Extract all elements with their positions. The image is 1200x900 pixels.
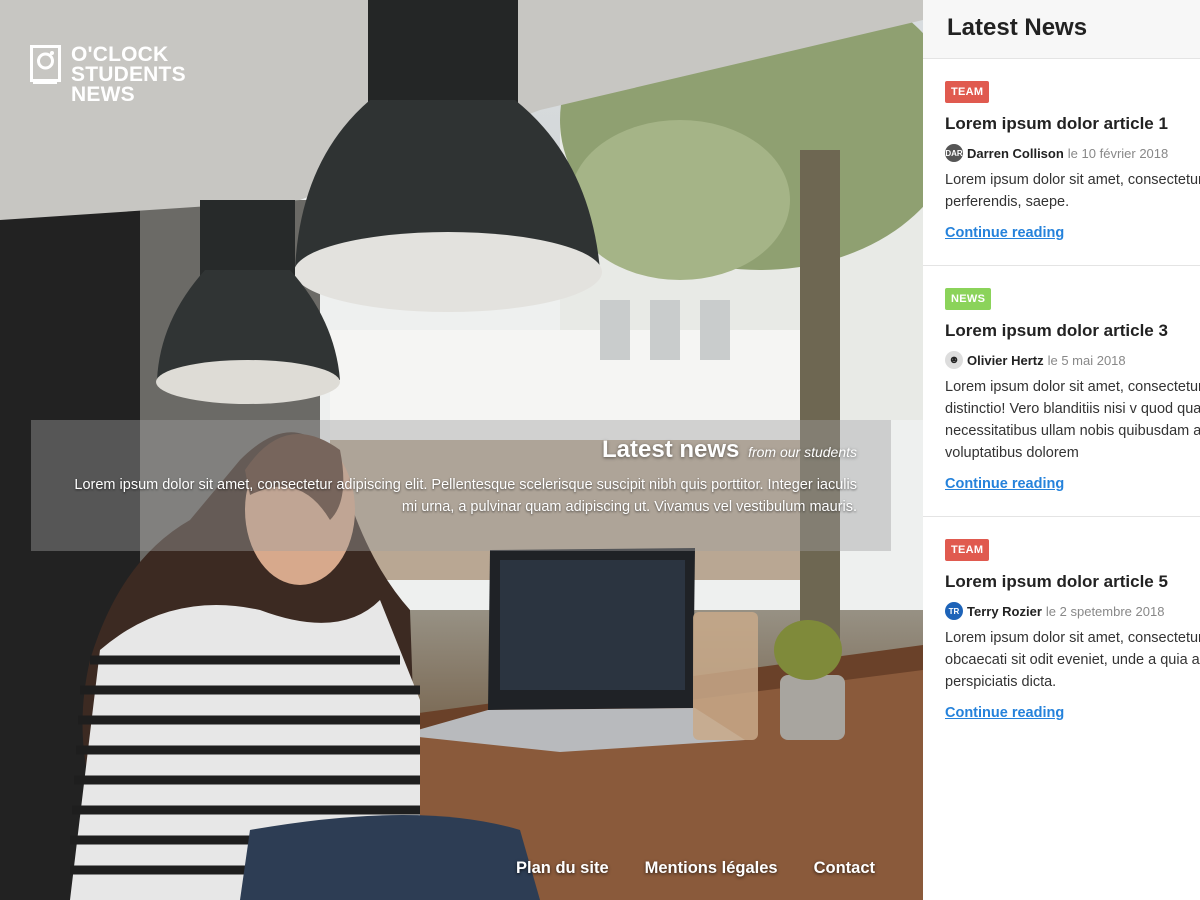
article-meta: TR Terry Rozier le 2 spetembre 2018 [945,602,1200,620]
logo-line-2: STUDENTS [71,63,186,86]
article-excerpt: Lorem ipsum dolor sit amet, consectetur … [945,379,1200,461]
article-meta: ☻ Olivier Hertz le 5 mai 2018 [945,351,1200,369]
category-badge[interactable]: TEAM [945,81,990,103]
author-name[interactable]: Olivier Hertz [967,353,1044,368]
author-name[interactable]: Terry Rozier [967,604,1042,619]
article-title[interactable]: Lorem ipsum dolor article 5 [945,572,1200,592]
intro-title-main: Latest news [602,436,740,463]
hero-section: O'CLOCK STUDENTS NEWS Latest news from o… [0,0,923,900]
footer-nav: Plan du site Mentions légales Contact [516,859,875,878]
footer-link-contact[interactable]: Contact [814,859,875,878]
article-card: TEAM Lorem ipsum dolor article 5 TR Terr… [923,517,1200,745]
news-sidebar[interactable]: Latest News TEAM Lorem ipsum dolor artic… [923,0,1200,900]
category-badge[interactable]: TEAM [945,539,990,561]
author-avatar: DAR [945,144,963,162]
footer-link-plan[interactable]: Plan du site [516,859,609,878]
footer-link-mentions[interactable]: Mentions légales [645,859,778,878]
article-title[interactable]: Lorem ipsum dolor article 3 [945,321,1200,341]
logo-line-1: O'CLOCK [71,43,169,66]
author-avatar: TR [945,602,963,620]
article-title[interactable]: Lorem ipsum dolor article 1 [945,114,1200,134]
continue-reading-link[interactable]: Continue reading [945,225,1064,241]
sidebar-header: Latest News [923,0,1200,59]
author-name[interactable]: Darren Collison [967,146,1064,161]
logo-text: O'CLOCK STUDENTS NEWS [71,43,186,106]
intro-banner: Latest news from our students Lorem ipsu… [31,420,891,551]
sidebar-title: Latest News [947,14,1088,41]
continue-reading-link[interactable]: Continue reading [945,705,1064,721]
camera-logo-icon [30,45,61,84]
article-excerpt: Lorem ipsum dolor sit amet, consectetur … [945,630,1200,690]
article-card: TEAM Lorem ipsum dolor article 1 DAR Dar… [923,59,1200,266]
article-date: le 2 spetembre 2018 [1045,603,1165,619]
continue-reading-link[interactable]: Continue reading [945,476,1064,492]
article-excerpt: Lorem ipsum dolor sit amet, consectetur … [945,172,1200,210]
site-logo[interactable]: O'CLOCK STUDENTS NEWS [30,43,186,106]
intro-text: Lorem ipsum dolor sit amet, consectetur … [74,477,857,515]
category-badge[interactable]: NEWS [945,288,992,310]
article-date: le 10 février 2018 [1067,145,1169,161]
article-date: le 5 mai 2018 [1047,352,1126,368]
logo-line-3: NEWS [71,83,135,106]
intro-subtitle: from our students [748,444,857,460]
article-card: NEWS Lorem ipsum dolor article 3 ☻ Olivi… [923,266,1200,517]
article-meta: DAR Darren Collison le 10 février 2018 [945,144,1200,162]
intro-title: Latest news from our students [65,436,857,464]
author-avatar: ☻ [945,351,963,369]
